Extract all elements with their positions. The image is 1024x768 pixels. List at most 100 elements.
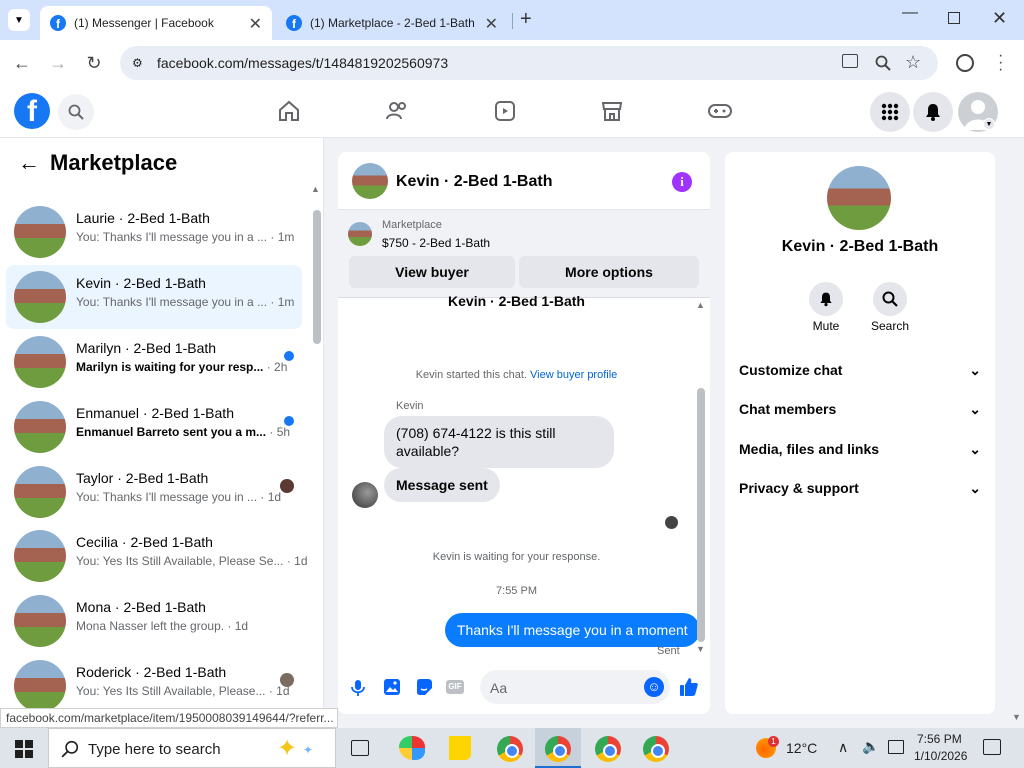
chat-scroll-down-icon[interactable]: ▼ <box>696 644 705 654</box>
gif-icon[interactable]: GIF <box>446 680 464 694</box>
incoming-message[interactable]: (708) 674-4122 is this still available? <box>384 416 614 468</box>
profile-icon[interactable] <box>956 54 974 72</box>
back-arrow-icon[interactable]: ← <box>11 52 33 74</box>
more-options-button[interactable]: More options <box>519 256 699 288</box>
reload-icon[interactable]: ↻ <box>83 52 105 74</box>
chat-header: Kevin · 2-Bed 1-Bath i <box>338 152 710 210</box>
customize-chat-row[interactable]: Customize chat ⌄ <box>739 355 981 385</box>
gaming-icon[interactable] <box>706 96 734 126</box>
friends-icon[interactable] <box>383 96 411 126</box>
site-info-icon[interactable]: ⚙ <box>132 56 146 70</box>
clock-date[interactable]: 1/10/2026 <box>914 749 967 763</box>
address-bar[interactable]: ⚙ facebook.com/messages/t/14848192025609… <box>120 46 938 80</box>
outgoing-message[interactable]: Thanks I'll message you in a moment <box>445 613 700 647</box>
listing-thumbnail[interactable] <box>348 222 372 246</box>
conversation-item[interactable]: Roderick · 2-Bed 1-Bath You: Yes Its Sti… <box>6 654 302 708</box>
media-files-links-row[interactable]: Media, files and links ⌄ <box>739 434 981 464</box>
chrome-icon[interactable] <box>643 736 669 762</box>
sticky-notes-icon[interactable] <box>449 736 471 760</box>
grid-icon <box>881 103 899 121</box>
incoming-message[interactable]: Message sent <box>384 468 500 502</box>
tab-list-chevron-icon[interactable]: ▼ <box>8 9 30 31</box>
view-buyer-profile-link[interactable]: View buyer profile <box>530 369 617 381</box>
photo-icon[interactable] <box>383 678 401 696</box>
weather-temp[interactable]: 12°C <box>786 740 817 756</box>
conversation-item-selected[interactable]: Kevin · 2-Bed 1-Bath You: Thanks I'll me… <box>6 265 302 329</box>
install-app-icon[interactable] <box>842 54 858 68</box>
details-avatar[interactable] <box>827 166 891 230</box>
chat-header-title[interactable]: Kevin · 2-Bed 1-Bath <box>396 173 552 191</box>
conversation-preview: You: Thanks I'll message you in ... · 1d <box>76 490 282 504</box>
tab-marketplace[interactable]: f (1) Marketplace - 2-Bed 1-Bath ✕ <box>276 6 508 40</box>
scroll-up-arrow-icon[interactable]: ▲ <box>311 184 320 194</box>
browser-menu-icon[interactable]: · · · <box>998 48 1003 78</box>
sidebar-title: Marketplace <box>50 150 178 175</box>
chrome-icon[interactable] <box>595 736 621 762</box>
bookmark-star-icon[interactable]: ☆ <box>905 52 921 73</box>
task-view-icon[interactable] <box>351 740 369 756</box>
search-chat-button[interactable] <box>873 282 907 316</box>
close-window-icon[interactable]: ✕ <box>992 8 1007 29</box>
view-buyer-button[interactable]: View buyer <box>349 256 515 288</box>
chat-members-row[interactable]: Chat members ⌄ <box>739 394 981 424</box>
tab-messenger[interactable]: f (1) Messenger | Facebook ✕ <box>40 6 272 40</box>
listing-thumbnail <box>14 466 66 518</box>
conversation-item[interactable]: Mona · 2-Bed 1-Bath Mona Nasser left the… <box>6 589 302 653</box>
emoji-icon[interactable]: ☺ <box>644 677 664 697</box>
taskbar-search-box[interactable]: Type here to search ✦ ✦ <box>48 728 336 768</box>
notifications-button[interactable] <box>913 92 953 132</box>
chrome-icon-active[interactable] <box>545 736 571 762</box>
thumbs-up-icon[interactable] <box>679 677 699 697</box>
chat-scrollbar[interactable] <box>697 388 705 642</box>
forward-arrow-icon[interactable]: → <box>47 52 69 74</box>
chat-scroll-up-icon[interactable]: ▲ <box>696 300 705 310</box>
message-input[interactable]: Aa ☺ <box>480 670 670 704</box>
listing-source: Marketplace <box>382 219 442 231</box>
conversation-item[interactable]: Laurie · 2-Bed 1-Bath You: Thanks I'll m… <box>6 200 302 264</box>
home-icon[interactable] <box>275 96 303 126</box>
page-scroll-down-icon[interactable]: ▼ <box>1012 712 1021 722</box>
back-arrow-icon[interactable]: ← <box>18 150 40 176</box>
privacy-support-row[interactable]: Privacy & support ⌄ <box>739 473 981 503</box>
conversation-item[interactable]: Cecilia · 2-Bed 1-Bath You: Yes Its Stil… <box>6 524 308 588</box>
search-button[interactable] <box>58 94 94 130</box>
paint-app-icon[interactable] <box>399 736 425 760</box>
account-chevron-icon[interactable]: ▼ <box>983 118 995 130</box>
message-status: Sent <box>657 645 680 657</box>
clock-time[interactable]: 7:56 PM <box>917 732 962 746</box>
chat-header-avatar[interactable] <box>352 163 388 199</box>
link-status-bar: facebook.com/marketplace/item/1950008039… <box>0 708 338 728</box>
new-tab-icon[interactable]: + <box>520 8 532 31</box>
video-icon[interactable] <box>491 96 519 126</box>
sender-avatar[interactable] <box>352 482 378 508</box>
mute-button[interactable] <box>809 282 843 316</box>
facebook-favicon-icon: f <box>286 15 302 31</box>
tray-chevron-icon[interactable]: ∧ <box>838 739 848 756</box>
facebook-logo-icon[interactable]: f <box>14 93 50 129</box>
chrome-icon[interactable] <box>497 736 523 762</box>
conversation-item[interactable]: Taylor · 2-Bed 1-Bath You: Thanks I'll m… <box>6 460 302 524</box>
network-icon[interactable] <box>888 740 904 754</box>
sticker-icon[interactable] <box>415 678 433 696</box>
bell-icon <box>926 104 940 121</box>
marketplace-icon[interactable] <box>598 96 626 126</box>
volume-icon[interactable]: 🔈 <box>862 738 879 755</box>
minimize-icon[interactable]: — <box>902 4 918 22</box>
zoom-icon[interactable] <box>875 55 891 71</box>
composer: GIF Aa ☺ <box>338 668 710 714</box>
sidebar-scrollbar[interactable] <box>313 210 321 344</box>
info-icon[interactable]: i <box>672 172 692 192</box>
microphone-icon[interactable] <box>350 678 366 698</box>
close-tab-icon[interactable]: ✕ <box>485 14 498 34</box>
menu-grid-button[interactable] <box>870 92 910 132</box>
conversation-item[interactable]: Marilyn · 2-Bed 1-Bath Marilyn is waitin… <box>6 330 302 394</box>
url-text: facebook.com/messages/t/1484819202560973 <box>157 55 449 71</box>
maximize-icon[interactable] <box>948 12 960 24</box>
conversation-item[interactable]: Enmanuel · 2-Bed 1-Bath Enmanuel Barreto… <box>6 395 302 459</box>
conversation-title: Enmanuel · 2-Bed 1-Bath <box>76 405 234 421</box>
notification-center-icon[interactable] <box>983 739 1001 755</box>
conversation-preview: Marilyn is waiting for your resp... · 2h <box>76 360 288 374</box>
windows-start-icon[interactable] <box>15 740 33 758</box>
listing-price[interactable]: $750 - 2-Bed 1-Bath <box>382 236 490 250</box>
close-tab-icon[interactable]: ✕ <box>249 14 262 34</box>
